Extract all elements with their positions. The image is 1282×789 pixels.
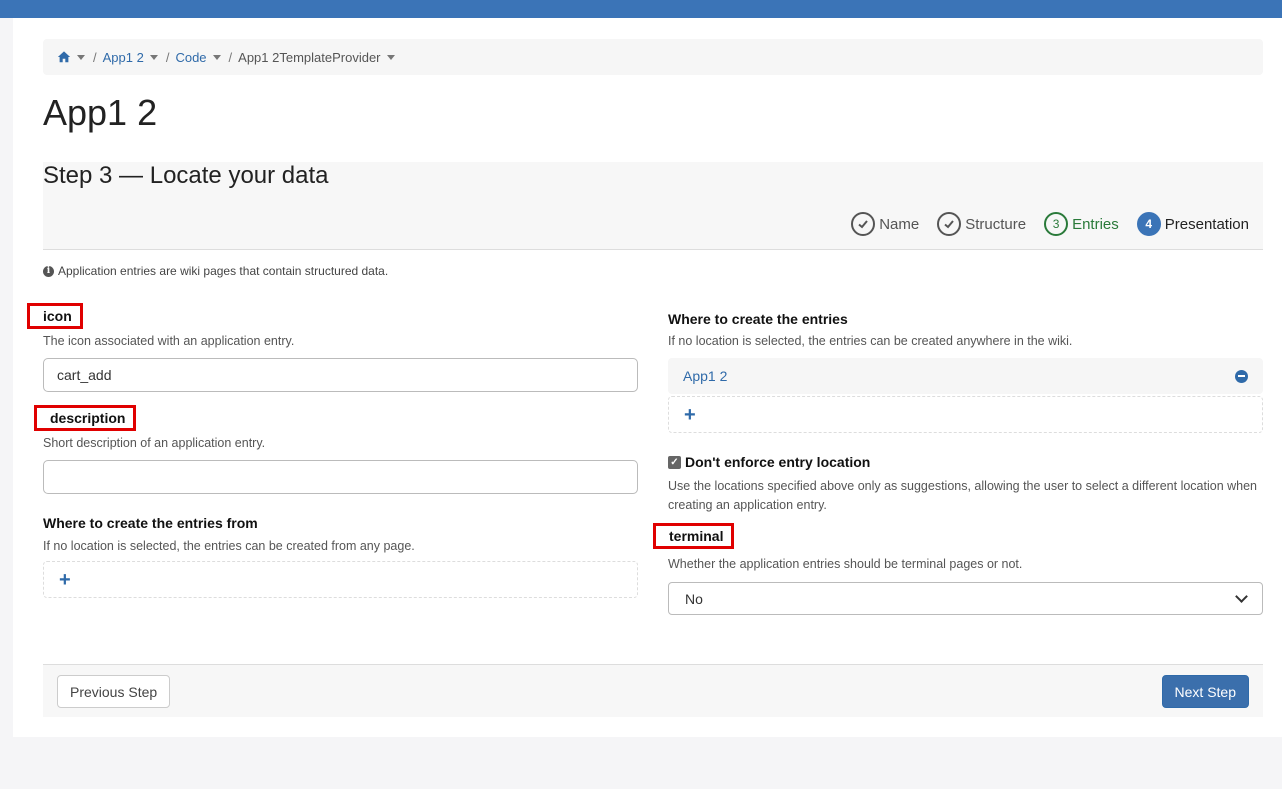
previous-step-button[interactable]: Previous Step: [57, 675, 171, 708]
description-input[interactable]: [43, 460, 638, 494]
terminal-label: terminal: [653, 523, 735, 549]
plus-icon[interactable]: +: [59, 570, 71, 590]
enforce-location-label[interactable]: Don't enforce entry location: [685, 454, 870, 470]
chevron-down-icon[interactable]: [77, 54, 85, 60]
next-step-button[interactable]: Next Step: [1161, 675, 1249, 708]
step-entries[interactable]: 3 Entries: [1044, 212, 1119, 236]
info-message: i Application entries are wiki pages tha…: [43, 264, 388, 278]
chevron-down-icon[interactable]: [212, 54, 221, 60]
step-label: Name: [879, 215, 920, 233]
chevron-down-icon[interactable]: [386, 54, 395, 60]
step-title: Step 3 — Locate your data: [43, 162, 329, 189]
step-label: Entries: [1072, 215, 1119, 233]
step-label: Presentation: [1164, 215, 1249, 233]
entries-from-label: Where to create the entries from: [43, 515, 258, 531]
entries-where-label: Where to create the entries: [668, 311, 848, 327]
step-name[interactable]: Name: [851, 212, 919, 236]
breadcrumb-item-app[interactable]: App1 2: [103, 50, 144, 65]
step-number: 4: [1136, 212, 1161, 236]
icon-label: icon: [27, 303, 83, 329]
entries-from-add[interactable]: +: [43, 561, 638, 598]
location-item: App1 2: [668, 358, 1263, 394]
check-icon: [937, 212, 962, 236]
breadcrumb: / App1 2 / Code / App1 2TemplateProvider: [43, 39, 1263, 75]
chevron-down-icon[interactable]: [149, 54, 158, 60]
entries-from-hint: If no location is selected, the entries …: [43, 539, 415, 553]
plus-icon[interactable]: +: [684, 405, 696, 425]
step-panel: Step 3 — Locate your data Name Structure…: [43, 162, 1263, 250]
entries-where-add[interactable]: +: [668, 396, 1263, 433]
enforce-location-row[interactable]: ✓ Don't enforce entry location: [668, 454, 870, 470]
location-name[interactable]: App1 2: [683, 368, 727, 384]
description-hint: Short description of an application entr…: [43, 436, 266, 450]
info-text: Application entries are wiki pages that …: [58, 264, 389, 278]
chevron-down-icon: [1235, 590, 1248, 603]
checkbox-checked-icon[interactable]: ✓: [668, 455, 681, 469]
step-structure[interactable]: Structure: [937, 212, 1026, 236]
step-number: 3: [1044, 212, 1069, 236]
terminal-select[interactable]: No: [668, 582, 1263, 615]
breadcrumb-item-code[interactable]: Code: [175, 50, 206, 65]
wizard-footer: Previous Step Next Step: [43, 664, 1263, 717]
page-title: App1 2: [43, 92, 158, 133]
home-icon[interactable]: [57, 50, 71, 64]
main-content: / App1 2 / Code / App1 2TemplateProvider…: [13, 18, 1282, 737]
wizard-steps: Name Structure 3 Entries 4 Presentation: [833, 212, 1249, 236]
enforce-location-hint: Use the locations specified above only a…: [668, 479, 1258, 512]
terminal-select-value: No: [685, 590, 703, 607]
breadcrumb-item-current: App1 2TemplateProvider: [238, 49, 381, 65]
step-presentation[interactable]: 4 Presentation: [1136, 212, 1249, 236]
description-label: description: [34, 405, 137, 431]
remove-icon[interactable]: [1235, 369, 1248, 383]
icon-input[interactable]: cart_add: [43, 358, 638, 392]
terminal-hint: Whether the application entries should b…: [668, 557, 1023, 571]
entries-where-hint: If no location is selected, the entries …: [668, 334, 1073, 348]
check-icon: [851, 212, 876, 236]
breadcrumb-separator: /: [93, 49, 97, 65]
top-bar: [0, 0, 1282, 18]
breadcrumb-separator: /: [228, 49, 233, 65]
icon-hint: The icon associated with an application …: [43, 334, 295, 348]
step-label: Structure: [965, 215, 1027, 233]
info-icon: i: [43, 265, 54, 277]
breadcrumb-separator: /: [165, 49, 170, 65]
